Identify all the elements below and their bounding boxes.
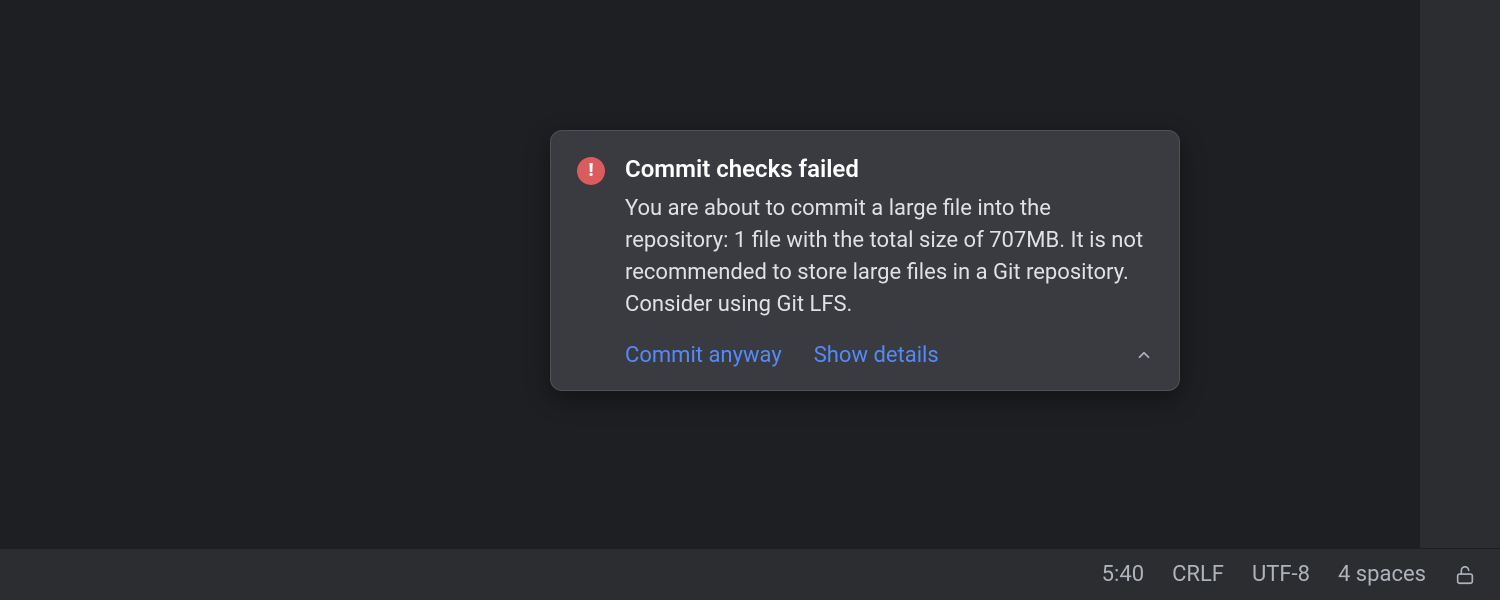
notification-popup: ! Commit checks failed You are about to … [550,130,1180,391]
right-gutter [1420,0,1500,548]
status-bar: 5:40 CRLF UTF-8 4 spaces [0,548,1500,600]
notification-actions: Commit anyway Show details [625,343,1153,368]
cursor-position[interactable]: 5:40 [1102,562,1144,587]
encoding[interactable]: UTF-8 [1252,562,1310,587]
commit-anyway-link[interactable]: Commit anyway [625,343,782,368]
notification-message: You are about to commit a large file int… [625,193,1153,321]
notification-body: Commit checks failed You are about to co… [625,155,1153,368]
error-icon-glyph: ! [589,162,594,180]
notification-title: Commit checks failed [625,155,1153,183]
unlock-icon[interactable] [1454,564,1476,586]
collapse-icon[interactable] [1135,346,1153,364]
error-icon: ! [577,157,605,185]
show-details-link[interactable]: Show details [814,343,939,368]
indent-setting[interactable]: 4 spaces [1338,562,1426,587]
line-ending[interactable]: CRLF [1172,562,1224,587]
